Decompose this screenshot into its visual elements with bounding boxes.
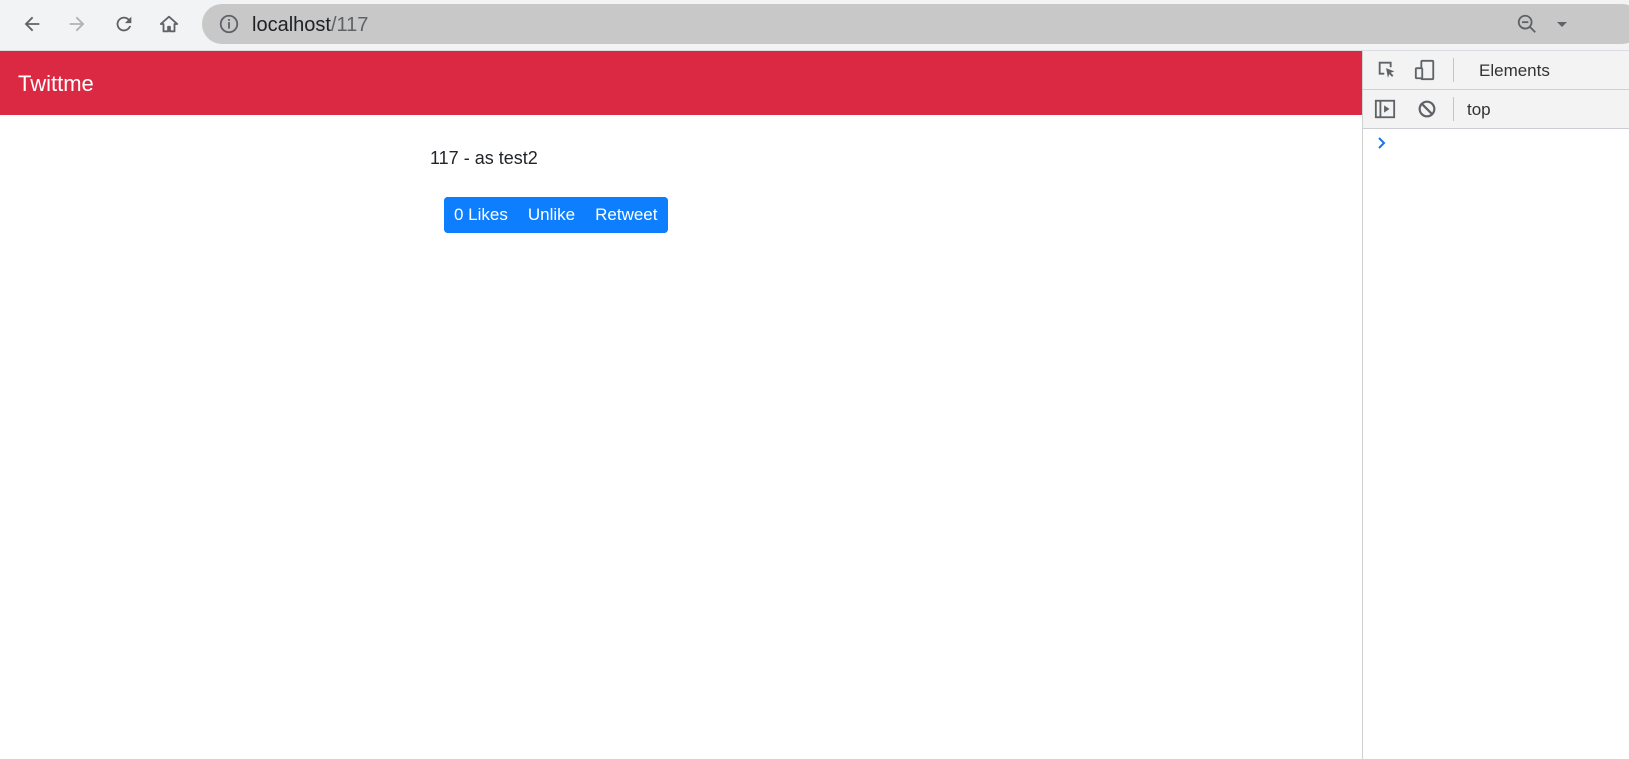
- tweet-text: 117 - as test2: [430, 148, 538, 168]
- chevron-down-icon[interactable]: [1554, 13, 1570, 35]
- devtools-main-toolbar: Elements: [1363, 51, 1629, 90]
- url-text[interactable]: localhost/117: [252, 14, 368, 37]
- toolbar-divider: [1453, 97, 1454, 121]
- app-navbar: Twittme: [0, 51, 1362, 115]
- info-icon[interactable]: [218, 13, 240, 35]
- inspect-icon[interactable]: [1375, 58, 1399, 82]
- back-button[interactable]: [14, 6, 50, 42]
- url-host: localhost: [252, 14, 331, 36]
- toolbar-divider: [1453, 58, 1454, 82]
- device-toggle-icon[interactable]: [1413, 58, 1437, 82]
- likes-button[interactable]: 0 Likes: [444, 197, 518, 233]
- back-icon: [24, 16, 40, 32]
- browser-toolbar: localhost/117: [0, 0, 1629, 51]
- reload-icon: [116, 16, 132, 32]
- reload-button[interactable]: [106, 6, 142, 42]
- console-prompt-icon[interactable]: [1375, 135, 1389, 151]
- forward-button[interactable]: [59, 6, 95, 42]
- tab-elements[interactable]: Elements: [1479, 61, 1550, 81]
- sidebar-toggle-icon[interactable]: [1373, 97, 1397, 121]
- tweet-action-group: 0 Likes Unlike Retweet: [444, 197, 668, 233]
- zoom-out-icon[interactable]: [1516, 13, 1538, 35]
- home-button[interactable]: [151, 6, 187, 42]
- devtools-panel: Elements top: [1362, 51, 1629, 759]
- retweet-button[interactable]: Retweet: [585, 197, 668, 233]
- brand-title[interactable]: Twittme: [18, 71, 94, 97]
- url-path: /117: [330, 14, 369, 36]
- console-toolbar: top: [1363, 90, 1629, 129]
- address-bar[interactable]: localhost/117: [202, 4, 1629, 44]
- unlike-button[interactable]: Unlike: [517, 197, 586, 233]
- forward-icon: [69, 16, 85, 32]
- home-icon: [159, 15, 179, 33]
- clear-console-icon[interactable]: [1415, 97, 1439, 121]
- context-selector[interactable]: top: [1467, 100, 1491, 120]
